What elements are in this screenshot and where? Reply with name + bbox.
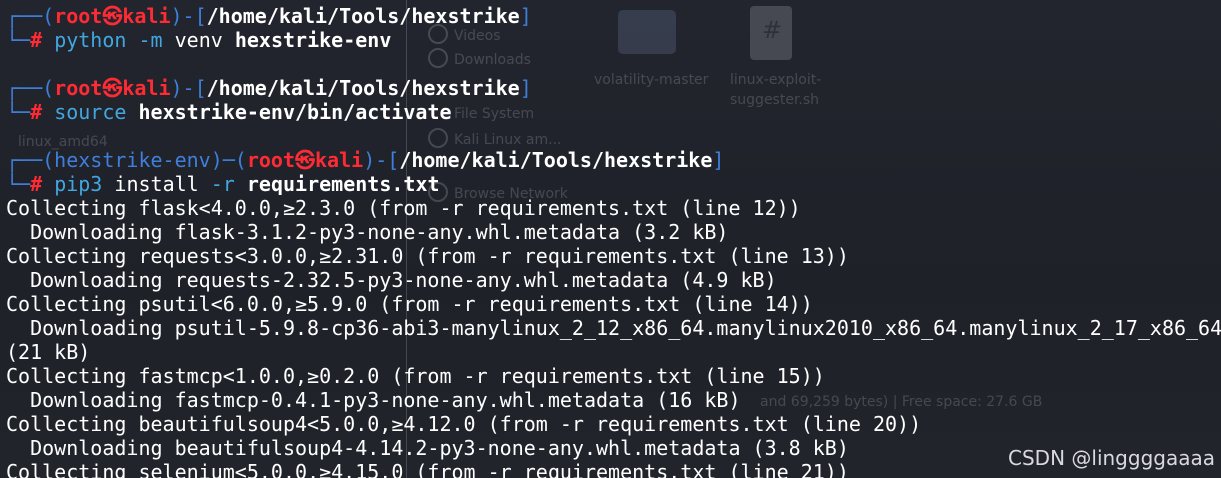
output-line: Collecting requests<3.0.0,≥2.31.0 (from …	[6, 244, 849, 268]
prompt-user: root	[54, 4, 103, 28]
output-line: Collecting beautifulsoup4<5.0.0,≥4.12.0 …	[6, 412, 922, 436]
command-flag: -m	[138, 28, 163, 52]
terminal-output: ┌──(root㉿kali)-[/home/kali/Tools/hexstri…	[6, 4, 1221, 478]
output-line: (21 kB)	[6, 340, 91, 364]
command-argument: hexstrike-env/bin/activate	[138, 100, 452, 124]
command-line: └─# pip3 install -r requirements.txt	[6, 172, 440, 196]
prompt-path: /home/kali/Tools/hexstrike	[399, 148, 713, 172]
command-argument: hexstrike-env	[234, 28, 392, 52]
prompt-header: ┌──(hexstrike-env)─(root㉿kali)-[/home/ka…	[6, 148, 725, 172]
csdn-watermark: CSDN @linggggaaaa	[1008, 446, 1215, 470]
prompt-path: /home/kali/Tools/hexstrike	[206, 4, 520, 28]
output-line: Collecting fastmcp<1.0.0,≥0.2.0 (from -r…	[6, 364, 825, 388]
command-name: pip3	[54, 172, 103, 196]
command-flag: -r	[210, 172, 235, 196]
prompt-hash: #	[30, 100, 43, 124]
command-subcommand: install	[114, 172, 199, 196]
output-line: Collecting psutil<6.0.0,≥5.9.0 (from -r …	[6, 292, 813, 316]
command-subcommand: venv	[174, 28, 223, 52]
output-line: Downloading flask-3.1.2-py3-none-any.whl…	[6, 220, 729, 244]
output-line: Downloading psutil-5.9.8-cp36-abi3-manyl…	[6, 316, 1221, 340]
output-line: Downloading requests-2.32.5-py3-none-any…	[6, 268, 777, 292]
command-line: └─# python -m venv hexstrike-env	[6, 28, 392, 52]
prompt-header: ┌──(root㉿kali)-[/home/kali/Tools/hexstri…	[6, 4, 532, 28]
skull-icon: ㉿	[102, 76, 123, 100]
command-name: source	[54, 100, 127, 124]
prompt-path: /home/kali/Tools/hexstrike	[206, 76, 520, 100]
prompt-host: kali	[122, 4, 171, 28]
prompt-hash: #	[30, 172, 43, 196]
prompt-header: ┌──(root㉿kali)-[/home/kali/Tools/hexstri…	[6, 76, 532, 100]
terminal-window[interactable]: Videos Downloads File System Kali Linux …	[0, 0, 1221, 478]
command-line: └─# source hexstrike-env/bin/activate	[6, 100, 452, 124]
skull-icon: ㉿	[295, 148, 316, 172]
output-line: Collecting flask<4.0.0,≥2.3.0 (from -r r…	[6, 196, 801, 220]
prompt-venv: hexstrike-env	[54, 148, 211, 172]
output-line: Downloading fastmcp-0.4.1-py3-none-any.w…	[6, 388, 741, 412]
prompt-host: kali	[122, 76, 171, 100]
prompt-user: root	[54, 76, 103, 100]
prompt-host: kali	[315, 148, 364, 172]
skull-icon: ㉿	[102, 4, 123, 28]
command-name: python	[54, 28, 127, 52]
prompt-hash: #	[30, 28, 43, 52]
command-argument: requirements.txt	[246, 172, 440, 196]
prompt-user: root	[246, 148, 296, 172]
